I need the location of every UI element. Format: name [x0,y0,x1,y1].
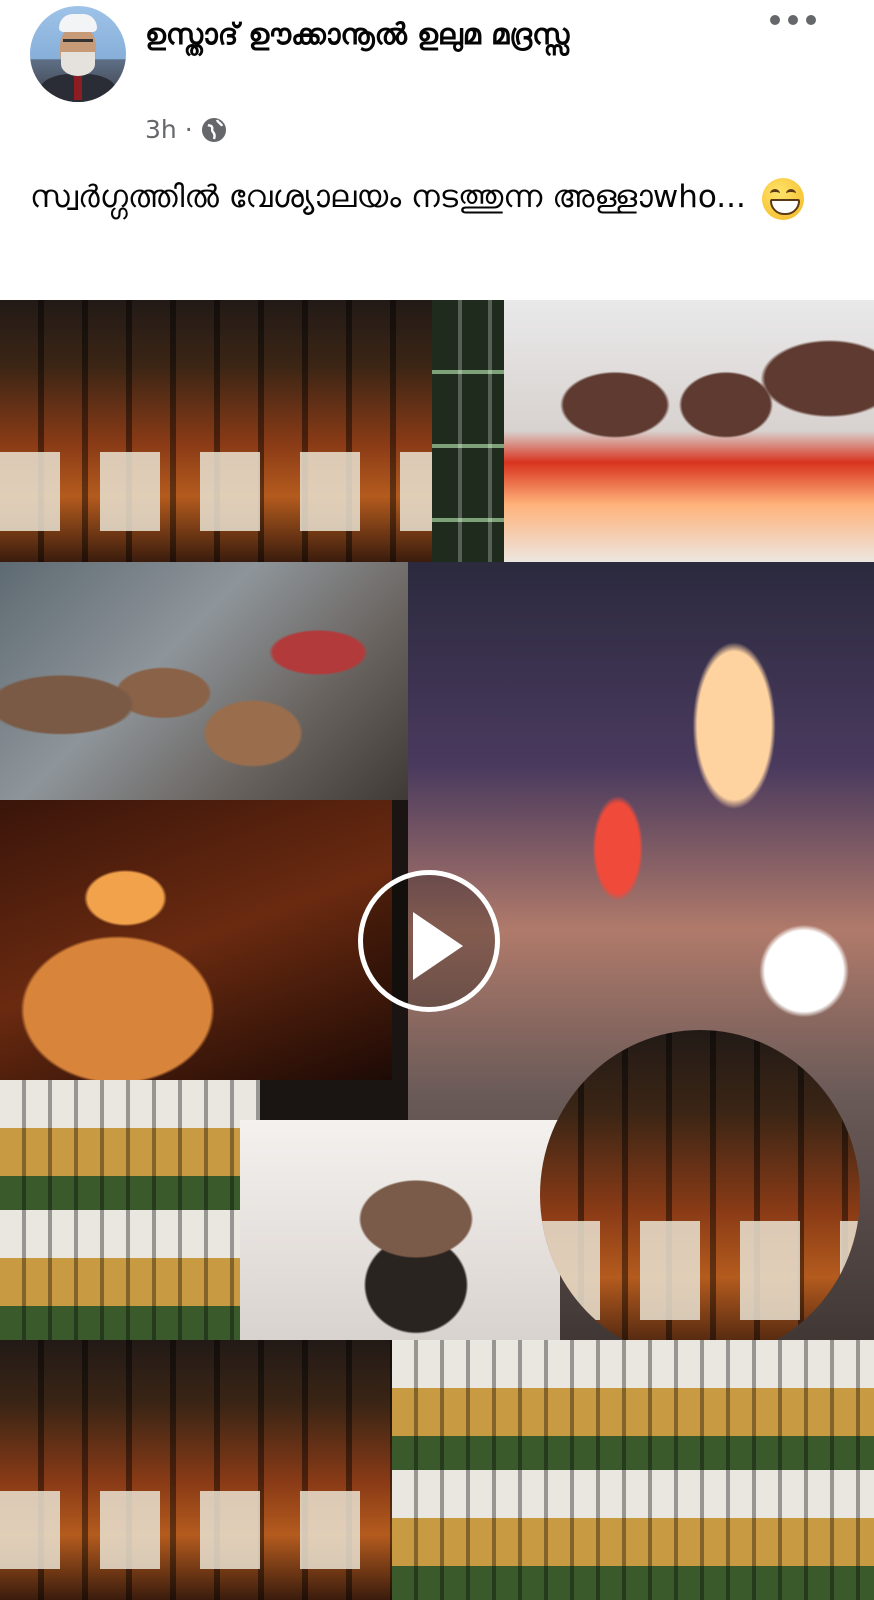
globe-icon[interactable] [201,117,227,143]
play-button[interactable] [358,870,500,1012]
post-meta: 3h · [145,115,227,144]
author-avatar[interactable] [30,6,126,102]
more-horizontal-icon[interactable] [770,8,816,32]
collage-bar-shelves-bottom [392,1340,874,1600]
meta-separator: · [184,115,193,144]
collage-faces [0,562,408,800]
collage-candlelit-portrait [0,800,392,1080]
collage-speaker [240,1120,560,1340]
play-icon [413,912,463,980]
post-time[interactable]: 3h [145,115,177,144]
collage-shelf-strip [432,300,504,562]
grinning-face-icon [761,177,804,220]
collage-bottles-bottom-left [0,1340,392,1600]
post-caption: സ്വർഗ്ഗത്തിൽ വേശ്യാലയം നടത്തുന്ന അള്ളാwh… [30,168,830,226]
caption-text: സ്വർഗ്ഗത്തിൽ വേശ്യാലയം നടത്തുന്ന അള്ളാwh… [30,179,746,215]
post-header: ഉസ്താദ് ഊക്കാനൂൽ ഉലുമ മദ്രസ്സ 3h · [0,0,874,160]
collage-bottles-top-left [0,300,432,562]
collage-cognac-bottles [504,300,874,562]
collage-bar-shelves-left [0,1080,260,1340]
collage-bottles-circle [540,1030,860,1360]
author-name[interactable]: ഉസ്താദ് ഊക്കാനൂൽ ഉലുമ മദ്രസ്സ [145,8,745,60]
